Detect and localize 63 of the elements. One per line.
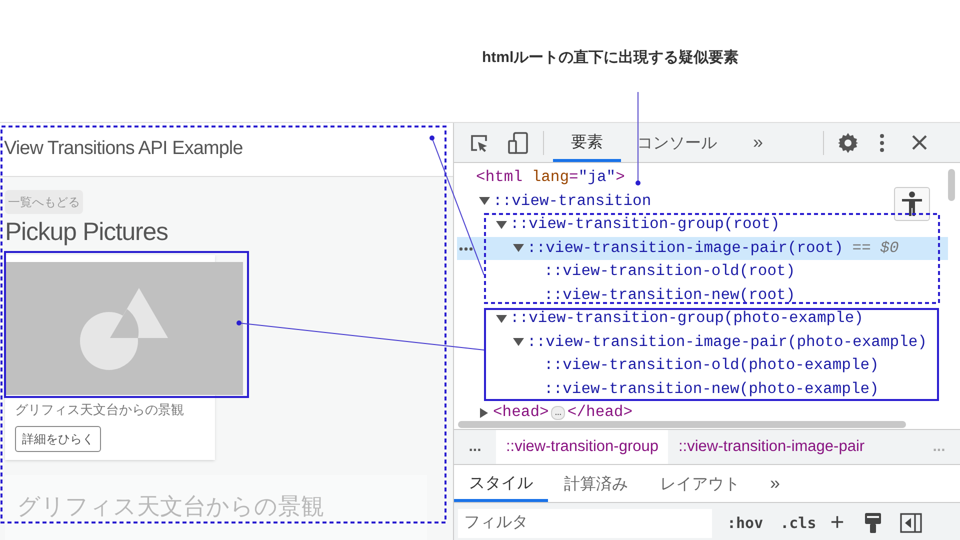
element-tag: <head> [493,401,549,424]
tree-row[interactable]: ::view-transition-new(root) [457,284,948,307]
pseudo-element: ::view-transition-old(photo-example) [544,355,879,376]
accessibility-tree-button[interactable] [894,187,930,221]
new-rule-button[interactable]: + [830,511,850,535]
tree-row[interactable]: ::view-transition [457,190,948,213]
pseudo-element: ::view-transition-group(root) [510,214,780,236]
sidebar-toggle-icon[interactable] [900,513,922,533]
tree-row[interactable]: ::view-transition-group(photo-example) [457,307,948,330]
annotation-title: htmlルートの直下に出現する疑似要素 [482,48,739,68]
details-button[interactable]: 詳細をひらく [15,426,101,452]
expanded-triangle-icon[interactable] [513,243,524,254]
tree-row[interactable]: <html lang="ja"> [457,166,948,190]
element-tag: </head> [567,401,633,424]
paint-brush-icon[interactable] [864,512,882,534]
breadcrumb[interactable]: ::view-transition-image-pair [668,430,875,464]
panel-tab[interactable]: コンソール [623,123,731,162]
pseudo-element: ::view-transition [493,190,652,212]
panel-tab[interactable]: 要素 [553,123,621,162]
filter-field[interactable]: フィルタ [458,508,712,538]
tree-row[interactable]: <head> … </head> [457,401,948,424]
expanded-triangle-icon[interactable] [513,337,524,348]
expanded-triangle-icon[interactable] [496,314,507,324]
more-tabs-button[interactable]: » [753,129,764,156]
sidebar-tab[interactable]: レイアウト [644,465,756,502]
close-icon[interactable] [912,135,928,150]
pseudo-element: ::view-transition-image-pair(photo-example) [527,332,927,353]
element-tag: <html lang="ja"> [476,166,625,190]
pseudo-element: ::view-transition-new(photo-example) [544,378,879,400]
page-title: View Transitions API Example [4,137,243,162]
sidebar-tab[interactable]: 計算済み [548,465,644,502]
tree-row[interactable]: ::view-transition-old(photo-example) [457,354,948,378]
more-tabs-button[interactable]: » [770,465,780,502]
tree-row[interactable]: ::view-transition-image-pair(root) == $0 [457,236,948,260]
expanded-triangle-icon[interactable] [479,196,490,206]
photo-caption: グリフィス天文台からの景観 [15,401,184,419]
settings-icon[interactable] [838,132,858,152]
pseudo-element: ::view-transition-group(photo-example) [510,308,864,330]
device-toggle-icon[interactable] [507,132,529,154]
page-heading: Pickup Pictures [5,217,168,248]
hover-state-toggle[interactable]: :hov [727,512,764,534]
inspect-icon[interactable] [469,132,489,152]
card-title: グリフィス天文台からの景観 [17,492,325,521]
collapsed-triangle-icon[interactable] [479,408,490,418]
breadcrumb[interactable]: ::view-transition-group [496,430,668,464]
pseudo-element: ::view-transition-new(root) [544,284,796,306]
class-toggle[interactable]: .cls [780,512,816,534]
selected-node-marker: == $0 [852,238,899,259]
breadcrumb-overflow[interactable]: ... [454,430,496,464]
expanded-triangle-icon[interactable] [496,220,507,230]
menu-icon[interactable] [880,134,884,152]
tree-row[interactable]: ::view-transition-old(root) [457,260,948,284]
pseudo-element: ::view-transition-old(root) [544,261,796,282]
scrollbar[interactable] [948,169,955,201]
collapsed-content-badge[interactable]: … [550,406,566,420]
tree-row[interactable]: ::view-transition-group(root) [457,213,948,236]
tree-row[interactable]: ::view-transition-image-pair(photo-example) [457,330,948,354]
shapes-icon [80,288,170,370]
person-icon [901,191,923,217]
scrollbar[interactable] [458,421,906,428]
pseudo-element: ::view-transition-image-pair(root) [527,238,844,259]
ellipsis-icon[interactable] [459,246,473,250]
tree-row[interactable]: ::view-transition-new(photo-example) [457,378,948,401]
